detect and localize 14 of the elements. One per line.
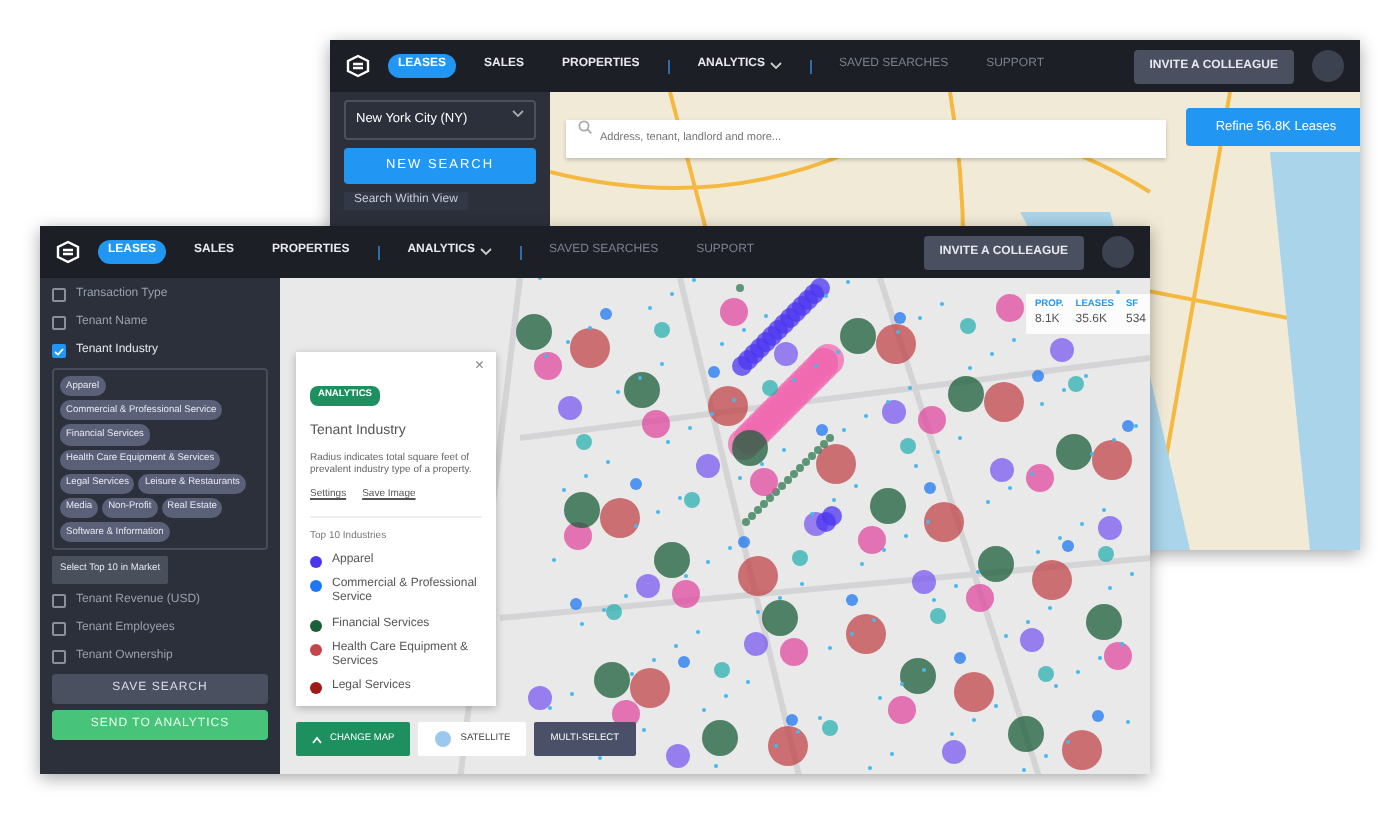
caret-icon <box>769 62 782 70</box>
globe-icon <box>434 730 453 748</box>
close-button[interactable]: × <box>474 358 484 374</box>
logo-icon <box>346 54 370 78</box>
caret-icon <box>312 735 322 743</box>
logo-icon <box>56 240 80 264</box>
checkbox[interactable] <box>52 288 66 302</box>
checkbox[interactable] <box>52 621 66 635</box>
caret-icon <box>479 248 492 256</box>
chevron-icon <box>512 110 524 118</box>
checkbox[interactable] <box>52 344 66 358</box>
checkbox[interactable] <box>52 649 66 663</box>
checkbox[interactable] <box>52 593 66 607</box>
checkbox[interactable] <box>52 316 66 330</box>
